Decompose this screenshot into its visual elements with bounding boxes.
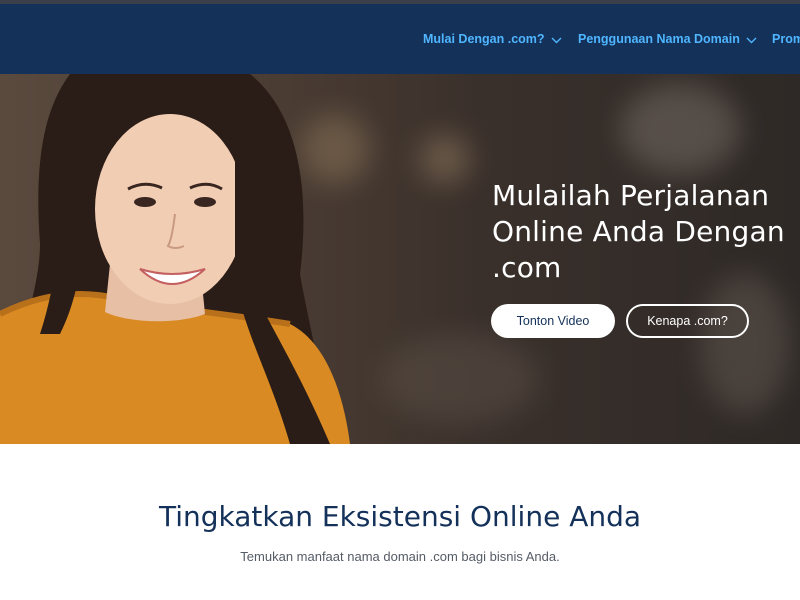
nav-item-label: Mulai Dengan .com? bbox=[423, 32, 545, 46]
chevron-down-icon bbox=[551, 37, 562, 44]
nav-item-promo[interactable]: Prom bbox=[772, 4, 800, 74]
chevron-down-icon bbox=[746, 37, 757, 44]
nav-item-label: Penggunaan Nama Domain bbox=[578, 32, 740, 46]
watch-video-button[interactable]: Tonton Video bbox=[491, 304, 615, 338]
section-title: Tingkatkan Eksistensi Online Anda bbox=[158, 500, 642, 533]
main-navbar: Mulai Dengan .com? Penggunaan Nama Domai… bbox=[0, 4, 800, 74]
section-subtitle: Temukan manfaat nama domain .com bagi bi… bbox=[240, 549, 560, 564]
why-com-button[interactable]: Kenapa .com? bbox=[626, 304, 749, 338]
nav-item-penggunaan-nama-domain[interactable]: Penggunaan Nama Domain bbox=[578, 4, 757, 74]
hero-title: Mulailah Perjalanan Online Anda Dengan .… bbox=[492, 179, 785, 284]
hero-banner: Mulailah Perjalanan Online Anda Dengan .… bbox=[0, 74, 800, 444]
woman-photo bbox=[0, 74, 350, 444]
nav-item-mulai-dengan-com[interactable]: Mulai Dengan .com? bbox=[423, 4, 562, 74]
nav-item-label: Prom bbox=[772, 32, 800, 46]
